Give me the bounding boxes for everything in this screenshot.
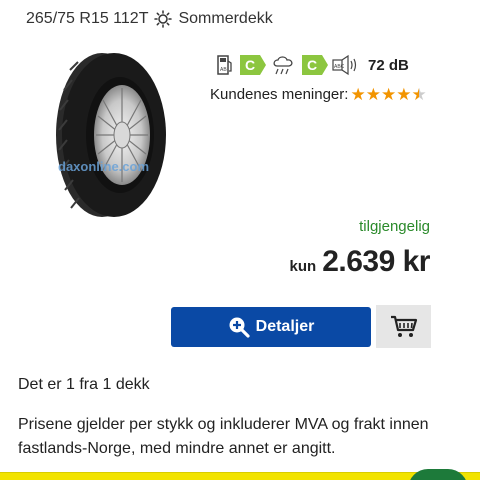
sun-icon (154, 10, 173, 28)
details-button-label: Detaljer (255, 318, 315, 335)
star-icon: ★ (380, 85, 397, 104)
details-button[interactable]: Detaljer (171, 307, 371, 347)
chat-bubble-icon[interactable] (408, 469, 468, 480)
speaker-icon: ABC (332, 52, 360, 78)
noise-class-text: ABC (334, 64, 345, 70)
rating-label: Kundenes meninger: (210, 86, 349, 103)
season-label: Sommerdekk (178, 10, 273, 27)
svg-text:AB: AB (220, 67, 227, 73)
wet-grip-grade: C (302, 55, 328, 75)
customer-rating[interactable]: Kundenes meninger: ★ ★ ★ ★ ★ (210, 86, 427, 103)
rating-stars: ★ ★ ★ ★ ★ (350, 86, 426, 103)
fuel-pump-icon: AB (214, 52, 236, 78)
eu-tyre-label: AB C C ABC 72 dB (214, 52, 409, 78)
price-block: kun 2.639 kr (289, 245, 431, 279)
noise-value: 72 dB (368, 56, 409, 74)
price-prefix: kun (289, 258, 317, 275)
watermark: daxonline.com (58, 159, 149, 174)
price-disclaimer: Prisene gjelder per stykk og inkluderer … (18, 416, 429, 457)
tyre-size: 265/75 R15 112T (26, 10, 149, 27)
fuel-grade: C (240, 55, 266, 75)
add-to-cart-button[interactable] (376, 305, 431, 348)
cart-icon (390, 315, 418, 339)
bottom-banner[interactable] (0, 469, 480, 480)
tyre-image[interactable]: daxonline.com (50, 50, 168, 220)
star-icon: ★ (396, 85, 412, 104)
star-icon: ★ (350, 85, 366, 104)
availability-status: tilgjengelig (359, 218, 430, 235)
rain-cloud-icon (270, 52, 298, 78)
price-amount: 2.639 kr (322, 245, 430, 278)
result-count: Det er 1 fra 1 dekk (18, 376, 150, 393)
product-spec-line: 265/75 R15 112T Sommerdekk (26, 10, 273, 28)
star-icon: ★ (365, 85, 381, 104)
star-icon: ★ (411, 85, 427, 104)
magnifier-plus-icon (228, 316, 250, 338)
